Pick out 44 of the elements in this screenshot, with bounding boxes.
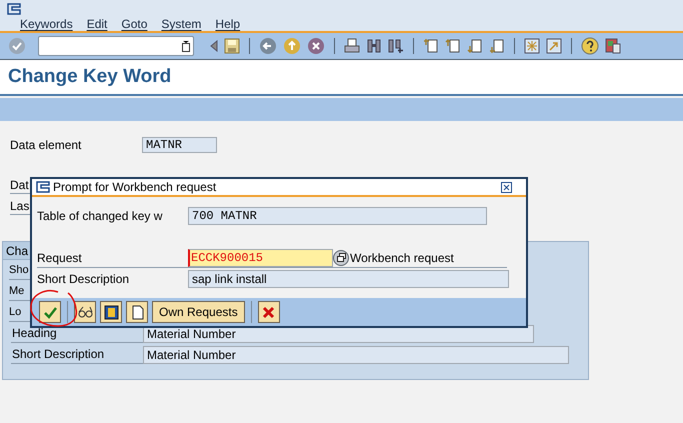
back-icon[interactable]: [259, 37, 277, 55]
layout-icon[interactable]: [605, 38, 621, 54]
check-icon[interactable]: [8, 37, 26, 55]
field-label: Data element: [10, 137, 82, 154]
display-field: Material Number: [143, 346, 569, 364]
document-icon: [102, 304, 120, 320]
window-icon: [36, 181, 50, 193]
display-field: 700 MATNR: [188, 207, 487, 225]
request-type-text: Workbench request: [350, 250, 454, 266]
value-help-button[interactable]: [333, 250, 349, 266]
close-icon[interactable]: [501, 182, 512, 192]
menu-item[interactable]: Help: [215, 15, 240, 33]
request-input-field[interactable]: ECCK900015: [188, 248, 333, 266]
menu-item[interactable]: Edit: [86, 15, 108, 33]
next-page-icon[interactable]: [467, 38, 483, 54]
display-field: MATNR: [142, 137, 217, 153]
back-arrow-icon[interactable]: [210, 40, 218, 52]
binoculars-plus-icon[interactable]: [388, 38, 404, 54]
own-requests-button[interactable]: Own Requests: [152, 301, 245, 323]
menu-item[interactable]: Goto: [121, 15, 148, 33]
field-label: Table of changed key w: [37, 208, 164, 225]
new-session-icon[interactable]: [524, 38, 540, 54]
shortcut-icon[interactable]: [546, 38, 562, 54]
window-icon[interactable]: [7, 3, 21, 15]
help-icon[interactable]: [581, 37, 599, 55]
cancel-button[interactable]: [258, 301, 280, 323]
cancel-icon[interactable]: [307, 37, 325, 55]
history-icon[interactable]: [182, 40, 190, 52]
first-page-icon[interactable]: [423, 38, 439, 54]
save-icon[interactable]: [224, 38, 240, 54]
display-button[interactable]: [74, 301, 96, 323]
create-button[interactable]: [126, 301, 148, 323]
document-button[interactable]: [100, 301, 122, 323]
binoculars-icon[interactable]: [366, 38, 382, 54]
windows-icon: [336, 253, 346, 262]
menu-item[interactable]: Keywords: [20, 15, 73, 33]
menu-item[interactable]: System: [161, 15, 202, 33]
page-title: Change Key Word: [8, 64, 172, 89]
print-icon[interactable]: [344, 38, 360, 54]
confirm-button[interactable]: [39, 301, 61, 323]
display-field: sap link install: [188, 270, 509, 288]
previous-page-icon[interactable]: [445, 38, 461, 54]
dialog-title: Prompt for Workbench request: [53, 179, 218, 196]
last-page-icon[interactable]: [489, 38, 505, 54]
